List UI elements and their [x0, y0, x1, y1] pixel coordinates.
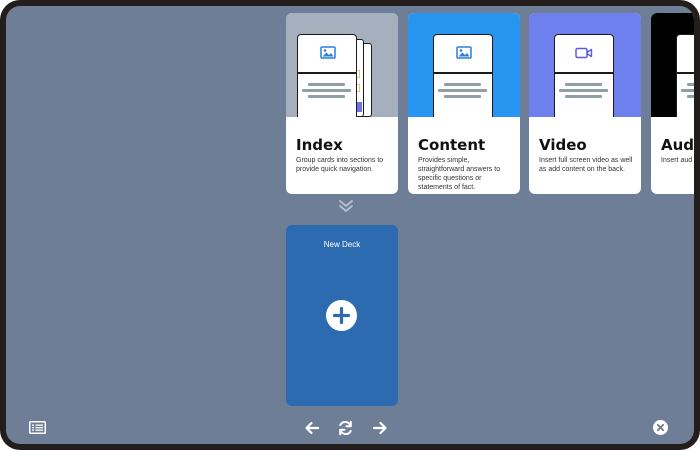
card-description: Insert aud as add con	[661, 157, 694, 164]
card-title: Video	[539, 136, 587, 154]
template-card-index[interactable]: Index Group cards into sections to provi…	[286, 13, 398, 194]
card-hero-video	[529, 13, 641, 117]
card-hero-audio	[651, 13, 694, 117]
double-chevron-down-icon	[338, 198, 354, 219]
new-deck-label: New Deck	[323, 240, 361, 249]
add-deck-button[interactable]	[326, 300, 357, 331]
card-description: Insert full screen video as well as add …	[539, 157, 633, 173]
image-icon	[456, 46, 472, 64]
audio-phone-mockup	[676, 34, 694, 117]
card-description: Group cards into sections to provide qui…	[296, 157, 384, 173]
card-hero-content	[408, 13, 520, 117]
template-card-content[interactable]: Content Provides simple, straightforward…	[408, 13, 520, 194]
index-phone-mockup	[297, 34, 357, 117]
plus-icon	[332, 306, 351, 325]
arrow-left-icon[interactable]	[304, 420, 320, 441]
card-hero-index	[286, 13, 398, 117]
refresh-icon[interactable]	[337, 420, 354, 441]
card-title: Index	[296, 136, 343, 154]
device-frame: Index Group cards into sections to provi…	[0, 0, 700, 450]
image-icon	[320, 46, 336, 64]
template-card-audio[interactable]: Aud Insert aud as add con	[651, 13, 694, 194]
list-view-icon[interactable]	[29, 421, 46, 439]
close-circle-icon[interactable]	[653, 420, 668, 440]
arrow-right-icon[interactable]	[372, 420, 388, 441]
app-screen: Index Group cards into sections to provi…	[6, 6, 694, 444]
card-title: Content	[418, 136, 486, 154]
card-description: Provides simple, straightforward answers…	[418, 157, 501, 191]
template-card-video[interactable]: Video Insert full screen video as well a…	[529, 13, 641, 194]
card-title: Aud	[661, 136, 694, 154]
video-camera-icon	[575, 46, 593, 64]
content-phone-mockup	[433, 34, 493, 117]
video-phone-mockup	[554, 34, 614, 117]
new-deck-card[interactable]: New Deck	[286, 225, 398, 406]
